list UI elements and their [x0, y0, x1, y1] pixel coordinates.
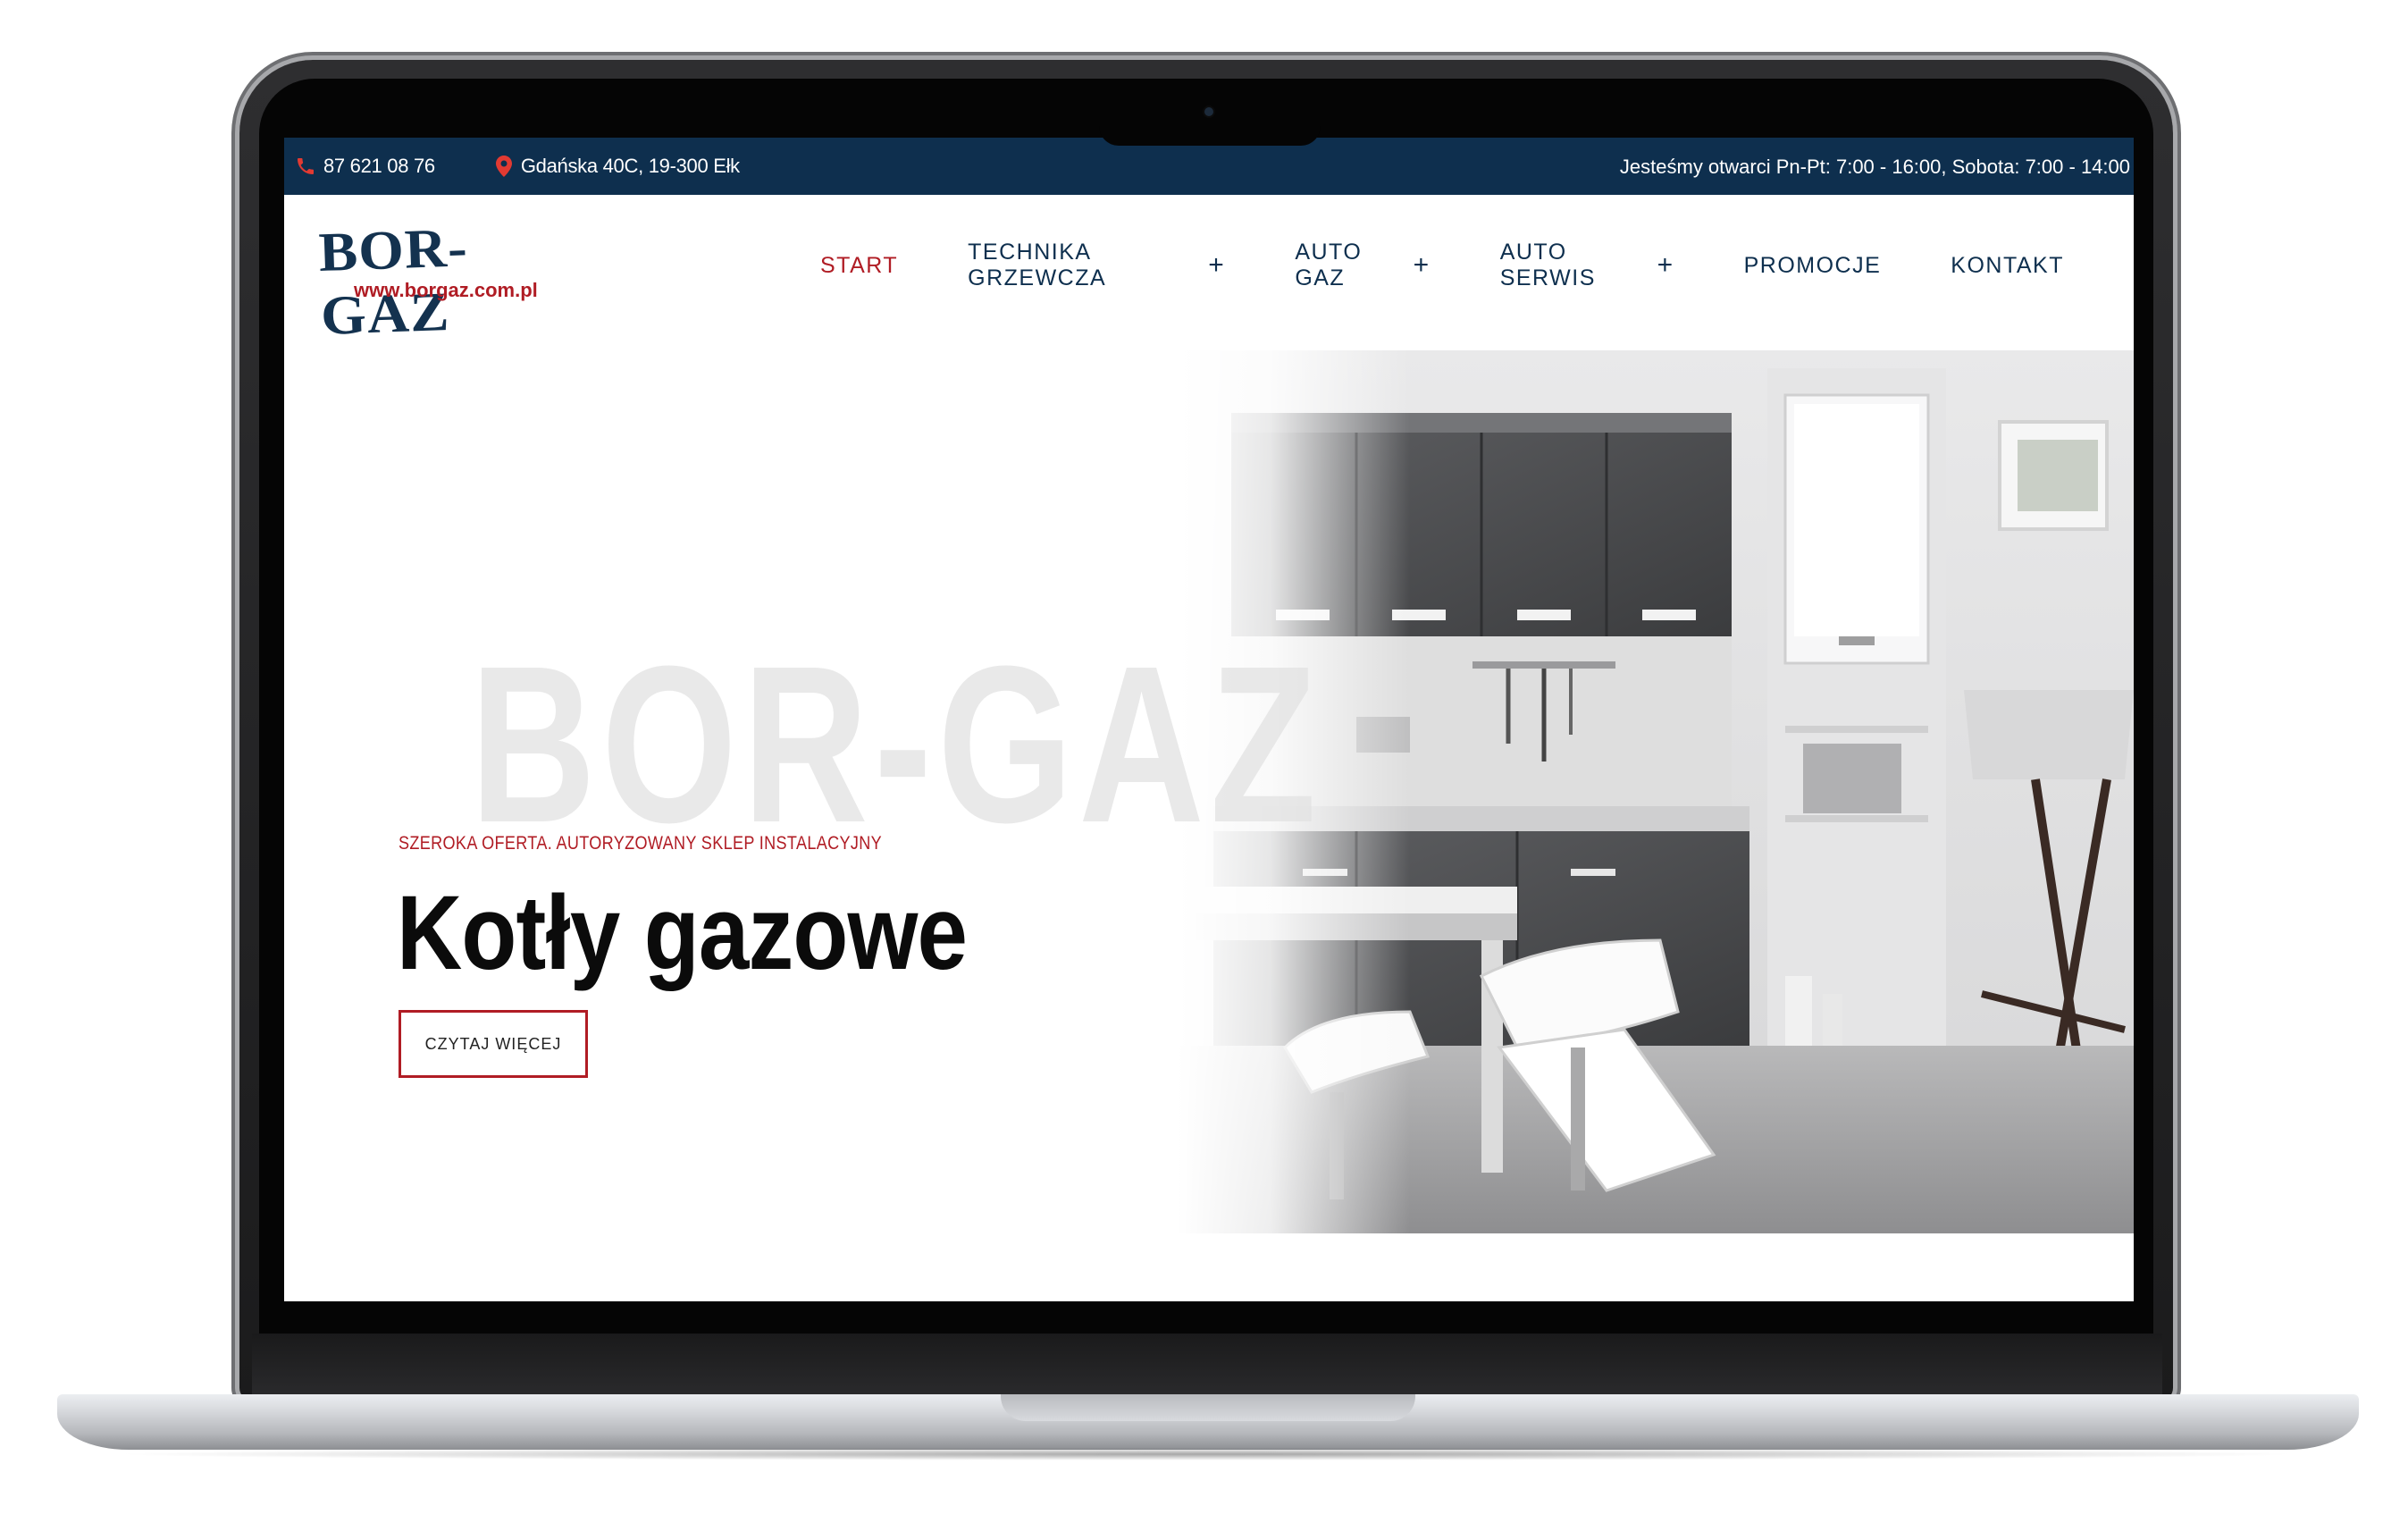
nav-item-auto-serwis[interactable]: AUTO SERWIS + — [1500, 240, 1674, 291]
phone-contact[interactable]: 87 621 08 76 — [295, 155, 435, 178]
nav-item-promocje[interactable]: PROMOCJE — [1744, 253, 1882, 279]
laptop-base-notch — [1001, 1394, 1415, 1421]
phone-icon — [295, 156, 316, 177]
address-contact[interactable]: Gdańska 40C, 19-300 Ełk — [494, 155, 740, 178]
nav-item-kontakt[interactable]: KONTAKT — [1951, 253, 2064, 279]
site-header: BOR-GAZ www.borgaz.com.pl START TECHNIKA… — [284, 195, 2134, 347]
phone-number: 87 621 08 76 — [323, 155, 435, 177]
nav-label: START — [820, 252, 899, 278]
plus-icon[interactable]: + — [1208, 252, 1225, 279]
nav-item-technika-grzewcza[interactable]: TECHNIKA GRZEWCZA + — [968, 240, 1225, 291]
nav-label: AUTO GAZ — [1295, 240, 1363, 290]
map-pin-icon — [494, 155, 514, 178]
read-more-button[interactable]: CZYTAJ WIĘCEJ — [399, 1010, 588, 1078]
logo-url: www.borgaz.com.pl — [354, 279, 538, 301]
nav-label: TECHNIKA GRZEWCZA — [968, 240, 1107, 290]
hero-watermark: BOR-GAZ — [470, 619, 1322, 869]
nav-label: KONTAKT — [1951, 252, 2064, 278]
plus-icon[interactable]: + — [1657, 252, 1674, 279]
address-text: Gdańska 40C, 19-300 Ełk — [520, 155, 740, 177]
camera-notch — [1099, 105, 1321, 146]
nav-item-auto-gaz[interactable]: AUTO GAZ + — [1295, 240, 1430, 291]
main-nav: START TECHNIKA GRZEWCZA + AUTO GAZ + AUT… — [820, 240, 2134, 291]
top-contact-bar: 87 621 08 76 Gdańska 40C, 19-300 Ełk Jes… — [284, 138, 2134, 195]
screen-bottom-margin — [284, 1251, 2134, 1301]
camera-icon — [1204, 107, 1213, 116]
plus-icon[interactable]: + — [1414, 252, 1431, 279]
site-logo[interactable]: BOR-GAZ www.borgaz.com.pl — [318, 217, 570, 347]
nav-label: AUTO SERWIS — [1499, 240, 1596, 290]
hero-title: Kotły gazowe — [397, 874, 968, 992]
opening-hours: Jesteśmy otwarci Pn-Pt: 7:00 - 16:00, So… — [1619, 156, 2130, 178]
hero-section: BOR-GAZ SZEROKA OFERTA. AUTORYZOWANY SKL… — [284, 320, 2134, 1301]
bezel-bottom — [284, 1301, 2134, 1337]
laptop-chin — [252, 1334, 2162, 1396]
browser-screen: 87 621 08 76 Gdańska 40C, 19-300 Ełk Jes… — [284, 138, 2134, 1301]
hero-eyebrow: SZEROKA OFERTA. AUTORYZOWANY SKLEP INSTA… — [399, 833, 883, 854]
nav-item-start[interactable]: START — [820, 253, 898, 279]
nav-label: PROMOCJE — [1743, 252, 1882, 278]
laptop-base — [57, 1394, 2359, 1450]
laptop-shadow — [107, 1448, 2305, 1460]
